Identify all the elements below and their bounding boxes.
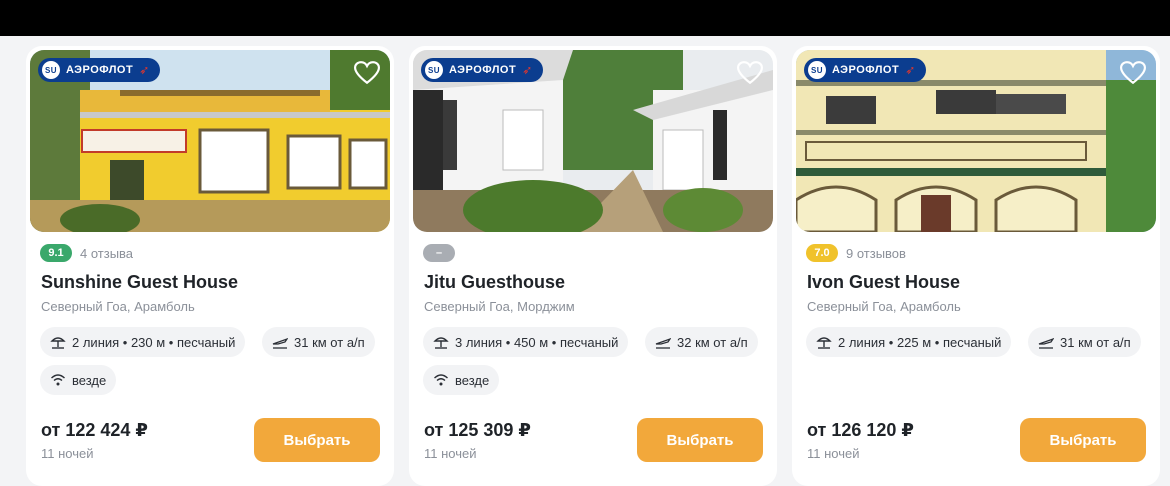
favorite-button[interactable] [737,60,763,86]
beach-info: 2 линия • 230 м • песчаный [72,334,236,350]
hotel-location: Северный Гоа, Морджим [424,299,575,314]
reviews-count[interactable]: 9 отзывов [846,246,906,261]
hotel-card[interactable]: SU АЭРОФЛОТ ➶ – Jitu Guesthouse Северный… [409,46,777,486]
beach-info-chip: 2 линия • 230 м • песчаный [40,327,246,357]
plane-icon [655,334,671,350]
hotel-name[interactable]: Sunshine Guest House [41,272,238,293]
reviews-count[interactable]: 4 отзыва [80,246,133,261]
select-button[interactable]: Выбрать [254,418,380,462]
hotel-card[interactable]: SU АЭРОФЛОТ ➶ 9.1 4 отзыва Sunshine Gues… [26,46,394,486]
airport-distance-chip: 31 км от а/п [262,327,375,357]
select-button[interactable]: Выбрать [1020,418,1146,462]
heart-icon [737,61,763,85]
hotel-photo[interactable]: SU АЭРОФЛОТ ➶ [413,50,773,232]
beach-info: 3 линия • 450 м • песчаный [455,334,619,350]
plane-icon [1038,334,1054,350]
airport-distance: 31 км от а/п [294,334,365,350]
beach-info-chip: 3 линия • 450 м • песчаный [423,327,629,357]
wifi-info: везде [72,372,107,388]
hotel-location: Северный Гоа, Арамболь [807,299,961,314]
wifi-chip: везде [423,365,500,395]
airport-distance: 31 км от а/п [1060,334,1131,350]
airport-distance-chip: 31 км от а/п [1028,327,1141,357]
airline-name: АЭРОФЛОТ [832,64,900,76]
hotel-photo[interactable]: SU АЭРОФЛОТ ➶ [796,50,1156,232]
airport-distance: 32 км от а/п [677,334,748,350]
top-bar [0,0,1170,36]
beach-icon [816,334,832,350]
airline-wing-icon: ➶ [522,63,533,77]
favorite-button[interactable] [1120,60,1146,86]
rating-row: 9.1 4 отзыва [40,244,133,262]
airline-wing-icon: ➶ [905,63,916,77]
airline-logo-icon: SU [425,61,443,79]
rating-badge: 7.0 [806,244,838,262]
hotel-name[interactable]: Jitu Guesthouse [424,272,565,293]
hotel-location: Северный Гоа, Арамболь [41,299,195,314]
airline-name: АЭРОФЛОТ [449,64,517,76]
airline-wing-icon: ➶ [139,63,150,77]
airport-distance-chip: 32 км от а/п [645,327,758,357]
plane-icon [272,334,288,350]
airline-logo-icon: SU [42,61,60,79]
favorite-button[interactable] [354,60,380,86]
nights-count: 11 ночей [41,446,94,461]
airline-name: АЭРОФЛОТ [66,64,134,76]
price: от 126 120 ₽ [807,420,914,440]
price: от 125 309 ₽ [424,420,531,440]
rating-badge: – [423,244,455,262]
rating-row: – [423,244,463,262]
airline-badge: SU АЭРОФЛОТ ➶ [804,58,926,82]
beach-info-chip: 2 линия • 225 м • песчаный [806,327,1012,357]
beach-info: 2 линия • 225 м • песчаный [838,334,1002,350]
hotel-photo[interactable]: SU АЭРОФЛОТ ➶ [30,50,390,232]
heart-icon [1120,61,1146,85]
airline-badge: SU АЭРОФЛОТ ➶ [421,58,543,82]
nights-count: 11 ночей [424,446,477,461]
wifi-icon [50,372,66,388]
airline-badge: SU АЭРОФЛОТ ➶ [38,58,160,82]
select-button[interactable]: Выбрать [637,418,763,462]
rating-row: 7.0 9 отзывов [806,244,906,262]
beach-icon [50,334,66,350]
wifi-info: везде [455,372,490,388]
wifi-icon [433,372,449,388]
rating-badge: 9.1 [40,244,72,262]
wifi-chip: везде [40,365,117,395]
beach-icon [433,334,449,350]
nights-count: 11 ночей [807,446,860,461]
price: от 122 424 ₽ [41,420,148,440]
airline-logo-icon: SU [808,61,826,79]
hotel-name[interactable]: Ivon Guest House [807,272,960,293]
heart-icon [354,61,380,85]
hotel-card[interactable]: SU АЭРОФЛОТ ➶ 7.0 9 отзывов Ivon Guest H… [792,46,1160,486]
hotel-card-list: SU АЭРОФЛОТ ➶ 9.1 4 отзыва Sunshine Gues… [0,36,1170,486]
